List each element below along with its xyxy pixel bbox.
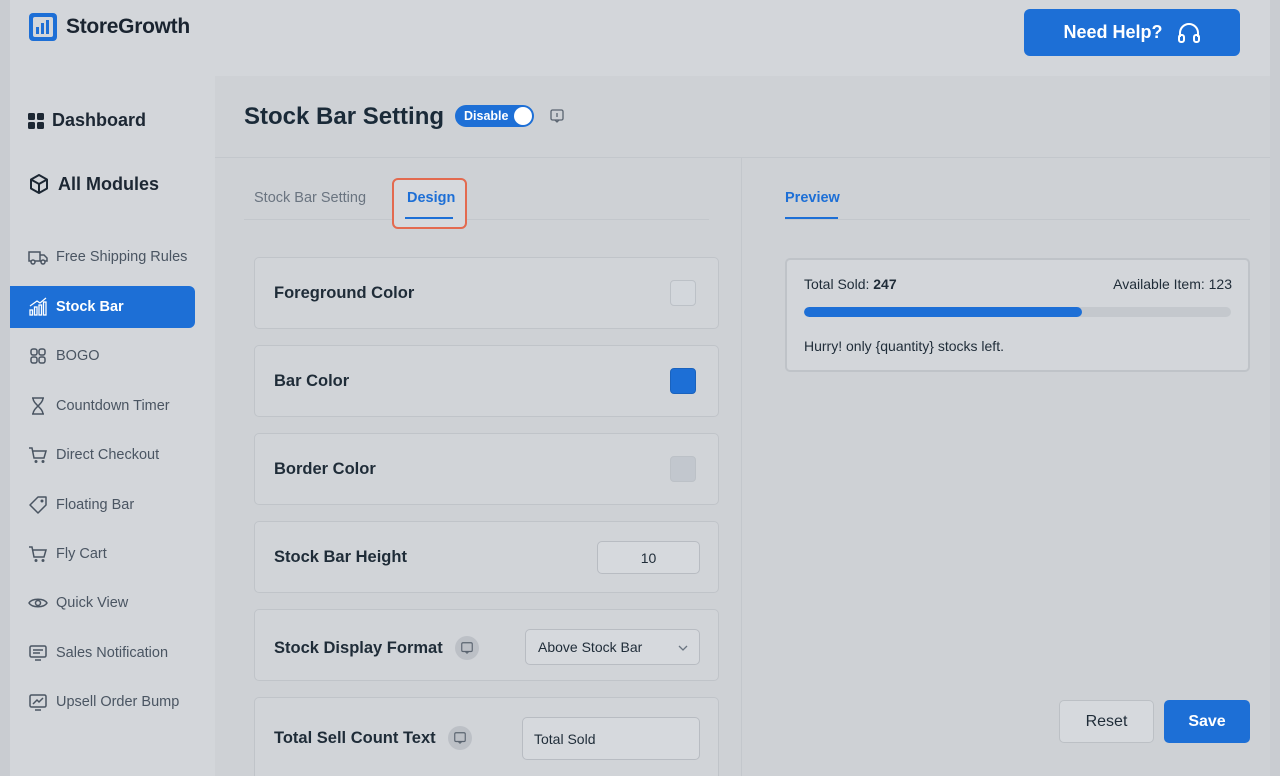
eye-icon (28, 598, 48, 608)
sidebar-item-label: Stock Bar (56, 299, 124, 315)
border-color-row: Border Color (254, 433, 719, 505)
panel-divider (741, 158, 742, 776)
sidebar-item-label: Sales Notification (56, 645, 169, 661)
sidebar-item-fly-cart[interactable]: Fly Cart (10, 533, 195, 575)
preview-available-item: Available Item: 123 (1113, 276, 1232, 292)
select-value: Above Stock Bar (538, 639, 643, 655)
sidebar-item-direct-checkout[interactable]: Direct Checkout (10, 434, 195, 476)
headphones-icon (1177, 22, 1200, 43)
storegrowth-logo-icon (29, 13, 57, 41)
notification-icon (29, 645, 47, 661)
sidebar: Dashboard All Modules Free Shipping Rule… (10, 76, 215, 776)
bar-chart-icon (29, 297, 47, 316)
comment-info-icon (453, 732, 466, 745)
total-sell-count-text-row: Total Sell Count Text (254, 697, 719, 776)
tab-design-label: Design (407, 190, 456, 206)
sidebar-item-floating-bar[interactable]: Floating Bar (10, 484, 195, 526)
stock-bar-preview: Total Sold: 247 Available Item: 123 Hurr… (785, 258, 1250, 372)
sidebar-item-label: BOGO (56, 348, 100, 364)
preview-stock-message: Hurry! only {quantity} stocks left. (804, 338, 1004, 354)
available-item-label: Available Item: (1113, 276, 1205, 292)
cart-icon (29, 546, 47, 562)
tab-design[interactable]: Design (392, 178, 467, 229)
preview-total-sold: Total Sold: 247 (804, 276, 897, 292)
reset-button[interactable]: Reset (1059, 700, 1154, 743)
total-sold-label: Total Sold: (804, 276, 870, 292)
hourglass-icon (32, 397, 44, 415)
bar-color-row: Bar Color (254, 345, 719, 417)
main-panel: Stock Bar Setting Disable Stock Bar Sett… (215, 76, 1270, 776)
need-help-button[interactable]: Need Help? (1024, 9, 1240, 56)
sidebar-item-label: Quick View (56, 595, 129, 611)
stock-bar-height-label: Stock Bar Height (274, 548, 407, 566)
sidebar-item-label: Upsell Order Bump (56, 694, 180, 710)
truck-icon (28, 251, 48, 265)
sidebar-item-sales-notification[interactable]: Sales Notification (10, 632, 195, 674)
preview-tabs: Preview (785, 158, 1250, 220)
total-sell-count-label: Total Sell Count Text (274, 728, 436, 747)
stock-bar-height-row: Stock Bar Height (254, 521, 719, 593)
stock-display-format-label: Stock Display Format (274, 638, 443, 657)
info-tooltip-icon[interactable] (549, 108, 565, 124)
chart-screen-icon (29, 694, 47, 711)
app-frame: StoreGrowth Need Help? Dashboard All Mod… (10, 0, 1270, 776)
settings-tabs: Stock Bar Setting Design (244, 158, 709, 229)
chevron-down-icon (678, 645, 688, 651)
comment-info-icon (460, 642, 473, 655)
sidebar-item-label: Countdown Timer (56, 398, 170, 414)
border-color-swatch[interactable] (670, 456, 696, 482)
total-sell-count-input[interactable] (522, 717, 700, 760)
cube-icon (30, 174, 48, 194)
sidebar-dashboard[interactable]: Dashboard (28, 110, 146, 131)
stock-display-format-label-wrap: Stock Display Format (274, 636, 479, 660)
sidebar-item-label: Floating Bar (56, 497, 135, 513)
page-title: Stock Bar Setting (244, 103, 445, 130)
sidebar-item-label: Free Shipping Rules (56, 249, 188, 265)
available-item-value: 123 (1208, 276, 1232, 292)
module-toggle-switch[interactable]: Disable (455, 105, 534, 127)
tab-active-underline (405, 217, 453, 219)
stock-progress-fill (804, 307, 1082, 317)
stock-display-format-select[interactable]: Above Stock Bar (525, 629, 700, 665)
tab-preview[interactable]: Preview (785, 190, 840, 206)
dashboard-grid-icon (28, 112, 44, 129)
bar-color-label: Bar Color (274, 372, 350, 390)
sidebar-item-label: Direct Checkout (56, 447, 160, 463)
total-sell-count-label-wrap: Total Sell Count Text (274, 726, 472, 750)
sidebar-item-stock-bar[interactable]: Stock Bar (10, 286, 195, 328)
sidebar-item-countdown-timer[interactable]: Countdown Timer (10, 385, 195, 427)
tab-stock-bar-setting[interactable]: Stock Bar Setting (254, 190, 366, 206)
tag-icon (29, 496, 47, 514)
sidebar-item-quick-view[interactable]: Quick View (10, 582, 195, 624)
tab-active-underline (785, 217, 838, 219)
sidebar-item-label: Fly Cart (56, 546, 107, 562)
grid-icon (30, 348, 46, 364)
top-bar: StoreGrowth Need Help? (10, 0, 1270, 76)
bar-color-swatch[interactable] (670, 368, 696, 394)
foreground-color-swatch[interactable] (670, 280, 696, 306)
sidebar-all-modules[interactable]: All Modules (28, 173, 159, 195)
toggle-label: Disable (464, 109, 509, 123)
sidebar-item-free-shipping-rules[interactable]: Free Shipping Rules (10, 236, 195, 278)
toggle-knob (514, 107, 532, 125)
sidebar-dashboard-label: Dashboard (52, 110, 147, 130)
stock-progress-track (804, 307, 1231, 317)
need-help-label: Need Help? (1063, 22, 1163, 42)
sidebar-item-bogo[interactable]: BOGO (10, 335, 195, 377)
brand-name: StoreGrowth (66, 15, 190, 38)
stock-bar-height-input[interactable] (597, 541, 700, 574)
cart-icon (29, 447, 47, 463)
save-button[interactable]: Save (1164, 700, 1250, 743)
foreground-color-label: Foreground Color (274, 284, 415, 302)
total-sold-value: 247 (873, 276, 897, 292)
border-color-label: Border Color (274, 460, 376, 478)
sidebar-all-modules-label: All Modules (58, 173, 160, 194)
brand-logo[interactable]: StoreGrowth (28, 12, 190, 42)
sidebar-item-upsell-order-bump[interactable]: Upsell Order Bump (10, 681, 195, 723)
info-tooltip-icon[interactable] (447, 726, 472, 750)
stock-display-format-row: Stock Display Format Above Stock Bar (254, 609, 719, 681)
foreground-color-row: Foreground Color (254, 257, 719, 329)
info-tooltip-icon[interactable] (454, 636, 479, 660)
page-header: Stock Bar Setting Disable (215, 76, 1270, 158)
